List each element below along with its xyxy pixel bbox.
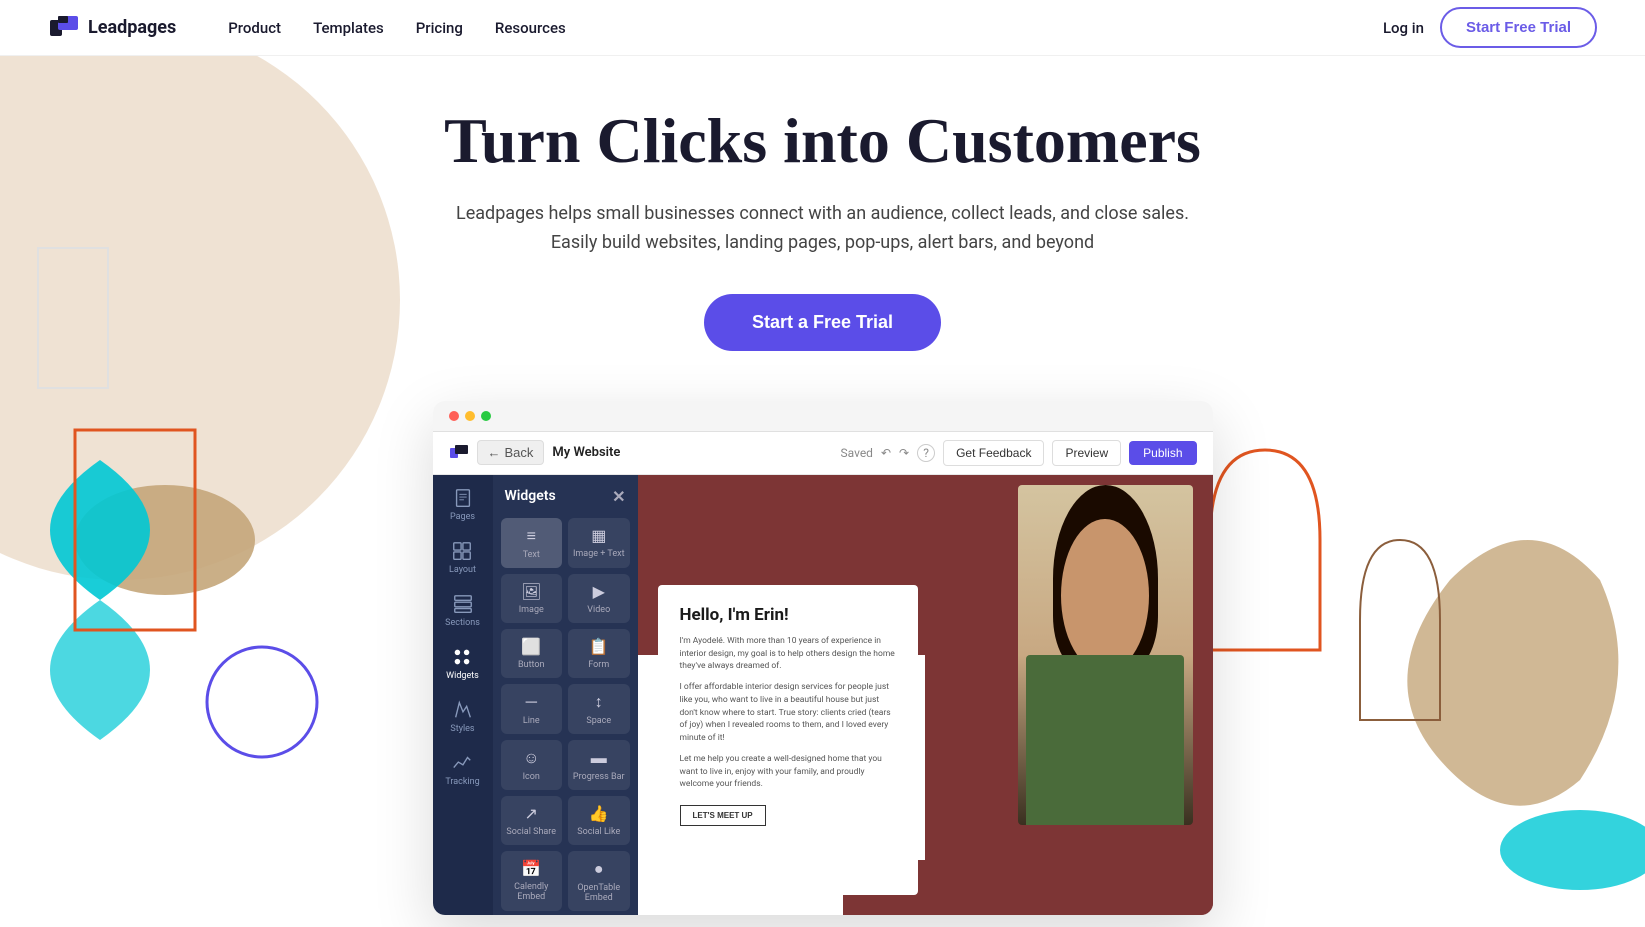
image-text-widget-icon: ▦ (591, 526, 606, 545)
browser-chrome (433, 401, 1213, 432)
calendly-widget-icon: 📅 (521, 859, 541, 878)
widget-image[interactable]: 🖼 Image (501, 574, 563, 623)
text-widget-icon: ≡ (527, 526, 536, 546)
social-share-widget-icon: ↗ (525, 804, 538, 823)
preview-button[interactable]: Preview (1052, 440, 1121, 466)
progress-bar-widget-icon: ▬ (591, 748, 607, 768)
layout-icon (451, 540, 473, 562)
get-feedback-button[interactable]: Get Feedback (943, 440, 1044, 466)
saved-status: Saved (841, 446, 873, 460)
widgets-panel: Widgets ✕ ≡ Text ▦ Image + Text (493, 475, 638, 915)
page-layout: Hello, I'm Erin! I'm Ayodelé. With more … (638, 475, 1213, 915)
nav-templates[interactable]: Templates (301, 11, 396, 45)
widget-progress-bar[interactable]: ▬ Progress Bar (568, 740, 630, 790)
widget-icon[interactable]: ☺ Icon (501, 740, 563, 790)
undo-icon[interactable]: ↶ (881, 446, 891, 460)
para-2: I offer affordable interior design servi… (680, 681, 896, 745)
widget-line[interactable]: ─ Line (501, 684, 563, 734)
navigation: Leadpages Product Templates Pricing Reso… (0, 0, 1645, 56)
image-widget-icon: 🖼 (521, 582, 541, 601)
sidebar-sections[interactable]: Sections (445, 593, 480, 628)
hero-cta-button[interactable]: Start a Free Trial (704, 294, 941, 351)
close-icon[interactable]: ✕ (612, 487, 625, 506)
nav-start-free-trial-button[interactable]: Start Free Trial (1440, 7, 1597, 48)
nav-pricing[interactable]: Pricing (404, 11, 475, 45)
page-preview: Hello, I'm Erin! I'm Ayodelé. With more … (638, 475, 1213, 915)
line-widget-icon: ─ (526, 692, 537, 712)
logo[interactable]: Leadpages (48, 12, 176, 44)
widget-button[interactable]: ⬜ Button (501, 629, 563, 678)
hero-title: Turn Clicks into Customers (20, 106, 1625, 176)
sidebar-styles[interactable]: Styles (450, 699, 474, 734)
site-name: My Website (552, 445, 620, 460)
face (1061, 519, 1149, 672)
sidebar-tracking[interactable]: Tracking (445, 752, 479, 787)
widget-text[interactable]: ≡ Text (501, 518, 563, 568)
nav-links: Product Templates Pricing Resources (216, 11, 1383, 45)
para-3: Let me help you create a well-designed h… (680, 753, 896, 791)
space-widget-icon: ↕ (595, 692, 603, 712)
widget-form[interactable]: 📋 Form (568, 629, 630, 678)
profile-photo (1018, 485, 1193, 825)
publish-button[interactable]: Publish (1129, 441, 1196, 465)
browser-dots (449, 411, 491, 421)
button-widget-icon: ⬜ (521, 637, 541, 656)
form-widget-icon: 📋 (589, 637, 609, 656)
leadpages-small-icon (449, 443, 469, 463)
widget-space[interactable]: ↕ Space (568, 684, 630, 734)
back-arrow-icon: ← (488, 445, 501, 460)
editor-actions: Saved ↶ ↷ ? Get Feedback Preview Publish (841, 440, 1197, 466)
help-icon[interactable]: ? (917, 444, 935, 462)
widgets-grid: ≡ Text ▦ Image + Text 🖼 Image (501, 518, 630, 911)
editor-toolbar: ← Back My Website Saved ↶ ↷ ? Get Feedba… (433, 432, 1213, 475)
widget-calendly[interactable]: 📅 Calendly Embed (501, 851, 563, 911)
nav-product[interactable]: Product (216, 11, 293, 45)
sidebar-layout[interactable]: Layout (449, 540, 476, 575)
widget-opentable[interactable]: ● OpenTable Embed (568, 851, 630, 911)
nav-right: Log in Start Free Trial (1383, 7, 1597, 48)
sidebar-pages[interactable]: Pages (450, 487, 475, 522)
pages-icon (452, 487, 474, 509)
dot-yellow (465, 411, 475, 421)
hero-subtitle: Leadpages helps small businesses connect… (20, 200, 1625, 258)
hello-card: Hello, I'm Erin! I'm Ayodelé. With more … (658, 585, 918, 895)
photo-bg (1018, 485, 1193, 825)
video-widget-icon: ▶ (593, 582, 605, 601)
browser-mockup: ← Back My Website Saved ↶ ↷ ? Get Feedba… (433, 401, 1213, 915)
styles-icon (452, 699, 474, 721)
sidebar-widgets[interactable]: Widgets (446, 646, 479, 681)
dot-red (449, 411, 459, 421)
back-button[interactable]: ← Back (477, 440, 545, 465)
hello-card-title: Hello, I'm Erin! (680, 605, 896, 625)
logo-icon (48, 12, 80, 44)
tracking-icon (451, 752, 473, 774)
editor-body: Pages Layout (433, 475, 1213, 915)
login-link[interactable]: Log in (1383, 19, 1424, 37)
widgets-header: Widgets ✕ (501, 487, 630, 506)
para-1: I'm Ayodelé. With more than 10 years of … (680, 635, 896, 673)
editor-sidebar: Pages Layout (433, 475, 493, 915)
redo-icon[interactable]: ↷ (899, 446, 909, 460)
icon-widget-icon: ☺ (523, 748, 539, 768)
lets-meet-button[interactable]: LET'S MEET UP (680, 805, 766, 826)
widget-video[interactable]: ▶ Video (568, 574, 630, 623)
widgets-icon (451, 646, 473, 668)
widget-image-text[interactable]: ▦ Image + Text (568, 518, 630, 568)
widget-social-like[interactable]: 👍 Social Like (568, 796, 630, 845)
opentable-widget-icon: ● (594, 859, 604, 879)
social-like-widget-icon: 👍 (589, 804, 609, 823)
widget-social-share[interactable]: ↗ Social Share (501, 796, 563, 845)
dot-green (481, 411, 491, 421)
nav-resources[interactable]: Resources (483, 11, 578, 45)
body (1026, 655, 1184, 825)
sections-icon (452, 593, 474, 615)
